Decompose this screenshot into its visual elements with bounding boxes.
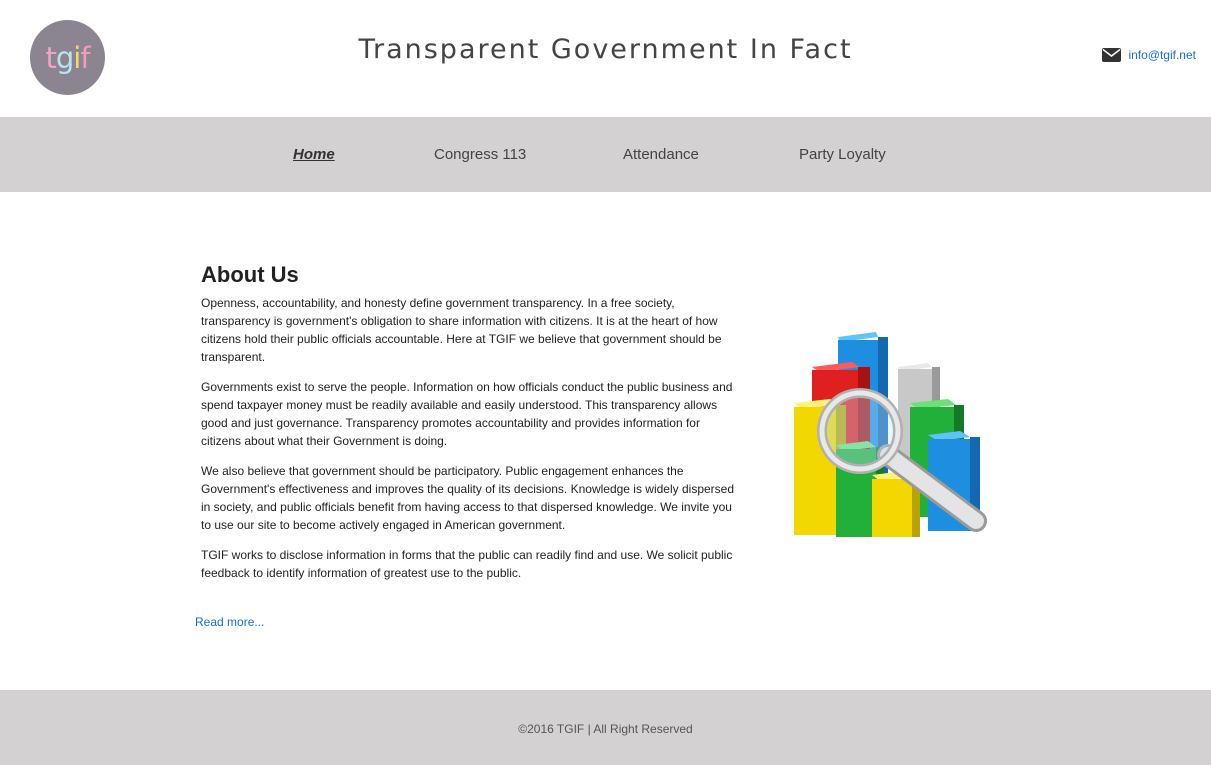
main-nav: Home Congress 113 Attendance Party Loyal… (0, 117, 1211, 192)
about-paragraph: Governments exist to serve the people. I… (201, 380, 733, 448)
read-more-link[interactable]: Read more... (195, 615, 264, 629)
about-us-text: Openness, accountability, and honesty de… (201, 294, 741, 594)
envelope-icon (1102, 48, 1122, 62)
nav-item-home[interactable]: Home (293, 146, 335, 163)
site-title: Transparent Government In Fact (358, 34, 853, 65)
about-paragraph: TGIF works to disclose information in fo… (201, 548, 733, 580)
about-us-heading: About Us (201, 262, 299, 287)
bar-chart-magnifier-illustration (794, 332, 987, 537)
contact-email: info@tgif.net (1102, 48, 1196, 62)
nav-item-congress-113[interactable]: Congress 113 (434, 146, 526, 163)
site-header: t g i f Transparent Government In Fact i… (0, 0, 1211, 117)
nav-item-attendance[interactable]: Attendance (623, 146, 699, 163)
about-paragraph: We also believe that government should b… (201, 464, 735, 532)
about-paragraph: Openness, accountability, and honesty de… (201, 296, 722, 364)
site-footer: ©2016 TGIF | All Right Reserved (0, 690, 1211, 765)
email-link[interactable]: info@tgif.net (1128, 48, 1196, 62)
nav-item-party-loyalty[interactable]: Party Loyalty (799, 146, 886, 163)
copyright-text: ©2016 TGIF | All Right Reserved (518, 722, 693, 736)
